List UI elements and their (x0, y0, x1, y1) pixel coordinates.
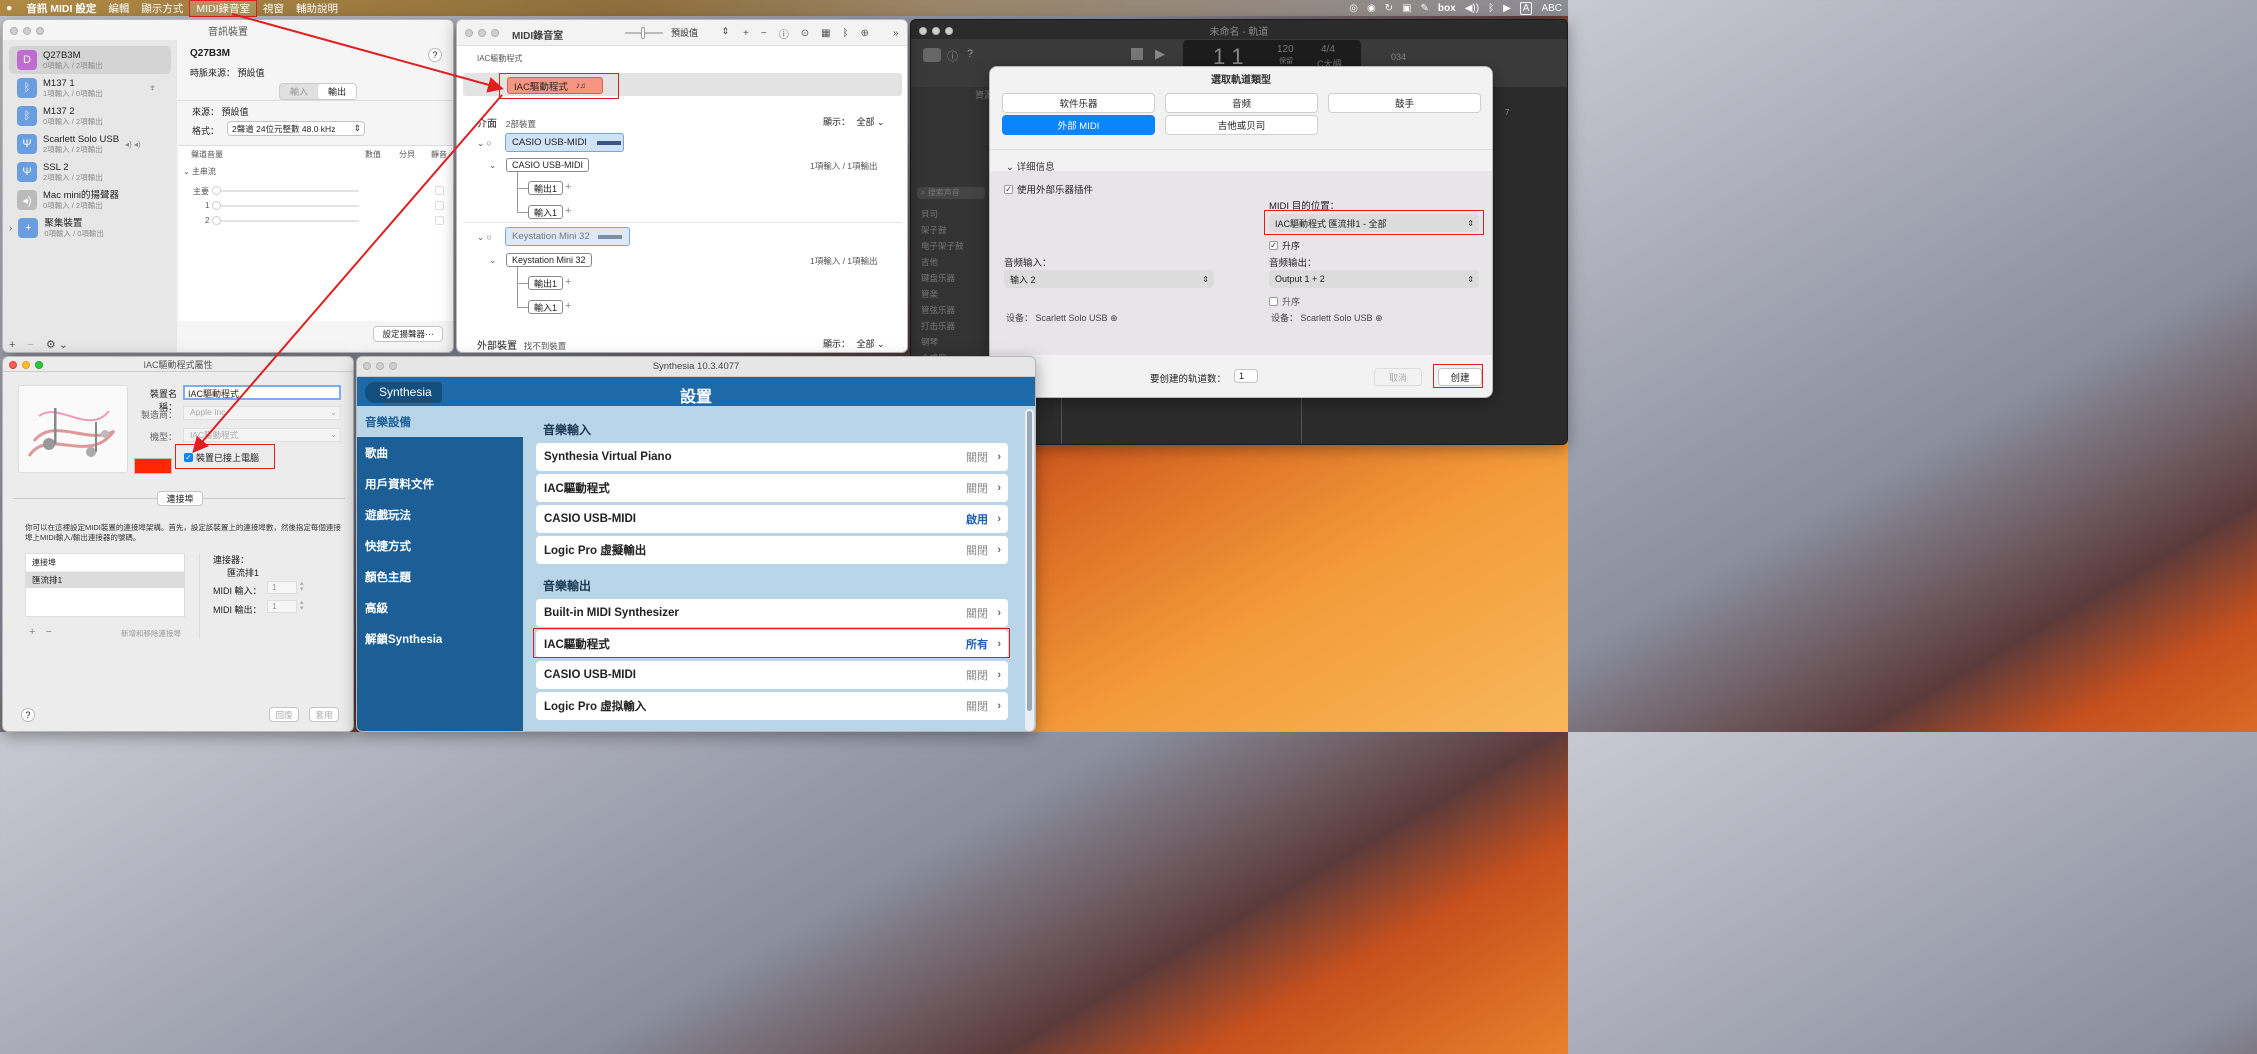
arrow-menu-to-iac (231, 13, 504, 93)
annotation-arrows (192, 13, 504, 454)
arrow-iac-to-checkbox (192, 94, 503, 454)
